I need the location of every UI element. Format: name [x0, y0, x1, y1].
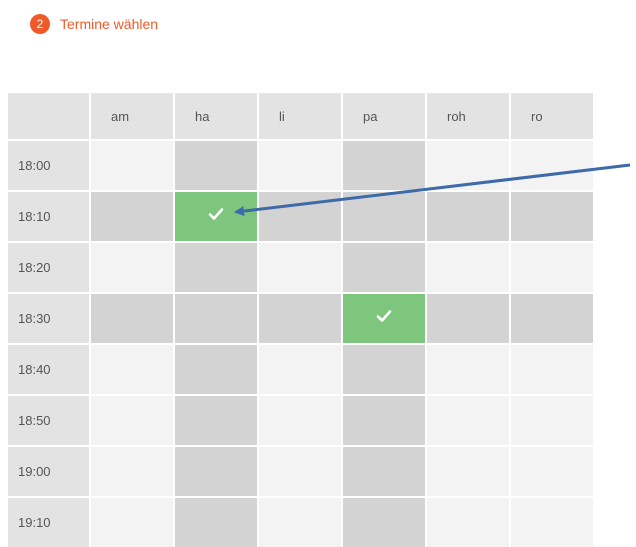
annotation-arrow-icon	[234, 163, 631, 217]
